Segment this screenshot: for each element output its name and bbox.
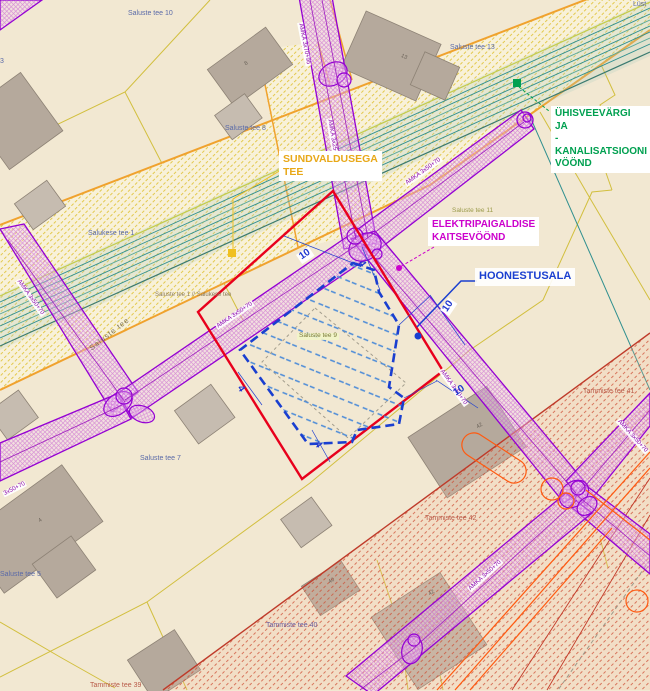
- parcel-label-saluste-10: Saluste tee 10: [128, 10, 173, 17]
- parcel-label-tammiste-40: Tammiste tee 40: [266, 622, 317, 629]
- road-label-saluste-salukese: Saluste tee 1 // Salukese tee: [155, 292, 231, 298]
- callout-uhisveevargi-line3: -KANALISATSIOONI: [555, 133, 647, 158]
- parcel-label-left-partial: 3: [0, 58, 4, 65]
- road-point-marker: [228, 249, 236, 257]
- parcel-label-saluste-7: Saluste tee 7: [140, 455, 181, 462]
- parcel-label-tammiste-41: Tammiste tee 41: [583, 388, 634, 395]
- callout-hoonestusala: HOONESTUSALA: [475, 268, 575, 286]
- parcel-label-saluste-9: Saluste tee 9: [297, 333, 339, 340]
- parcel-label-tammiste-39: Tammiste tee 39: [90, 682, 141, 689]
- callout-elektripaigaldise-line1: ELEKTRIPAIGALDISE: [432, 219, 535, 232]
- callout-uhisveevargi-line2: JA: [555, 121, 647, 134]
- parcel-label-lust: Lüst: [633, 1, 646, 8]
- utility-point-marker: [513, 79, 521, 87]
- callout-sundvaldusega-line1: SUNDVALDUSEGA: [283, 153, 378, 166]
- parcel-label-saluste-5: Saluste tee 5: [0, 571, 41, 578]
- parcel-label-salukese-1: Salukese tee 1: [88, 230, 134, 237]
- parcel-label-saluste-11: Saluste tee 11: [452, 208, 493, 215]
- callout-uhisveevargi-line4: VÖÖND: [555, 158, 647, 171]
- callout-sundvaldusega-line2: TEE: [283, 166, 378, 179]
- callout-elektripaigaldise-line2: KAITSEVÖÖND: [432, 232, 535, 245]
- parcel-label-saluste-13: Saluste tee 13: [450, 44, 495, 51]
- callout-uhisveevargi: ÜHISVEEVÄRGI JA -KANALISATSIOONI VÖÖND: [551, 106, 650, 173]
- callout-elektripaigaldise: ELEKTRIPAIGALDISE KAITSEVÖÖND: [428, 217, 539, 246]
- planning-map: Saluste tee 10 Saluste tee 8 Saluste tee…: [0, 0, 650, 691]
- callout-hoonestusala-label: HOONESTUSALA: [479, 270, 571, 284]
- callout-uhisveevargi-line1: ÜHISVEEVÄRGI: [555, 108, 647, 121]
- parcel-label-saluste-8: Saluste tee 8: [225, 125, 266, 132]
- envelope-point-marker: [415, 333, 422, 340]
- electric-point-marker: [396, 265, 402, 271]
- callout-sundvaldusega-tee: SUNDVALDUSEGA TEE: [279, 151, 382, 181]
- parcel-label-tammiste-42: Tammiste tee 42: [425, 515, 476, 522]
